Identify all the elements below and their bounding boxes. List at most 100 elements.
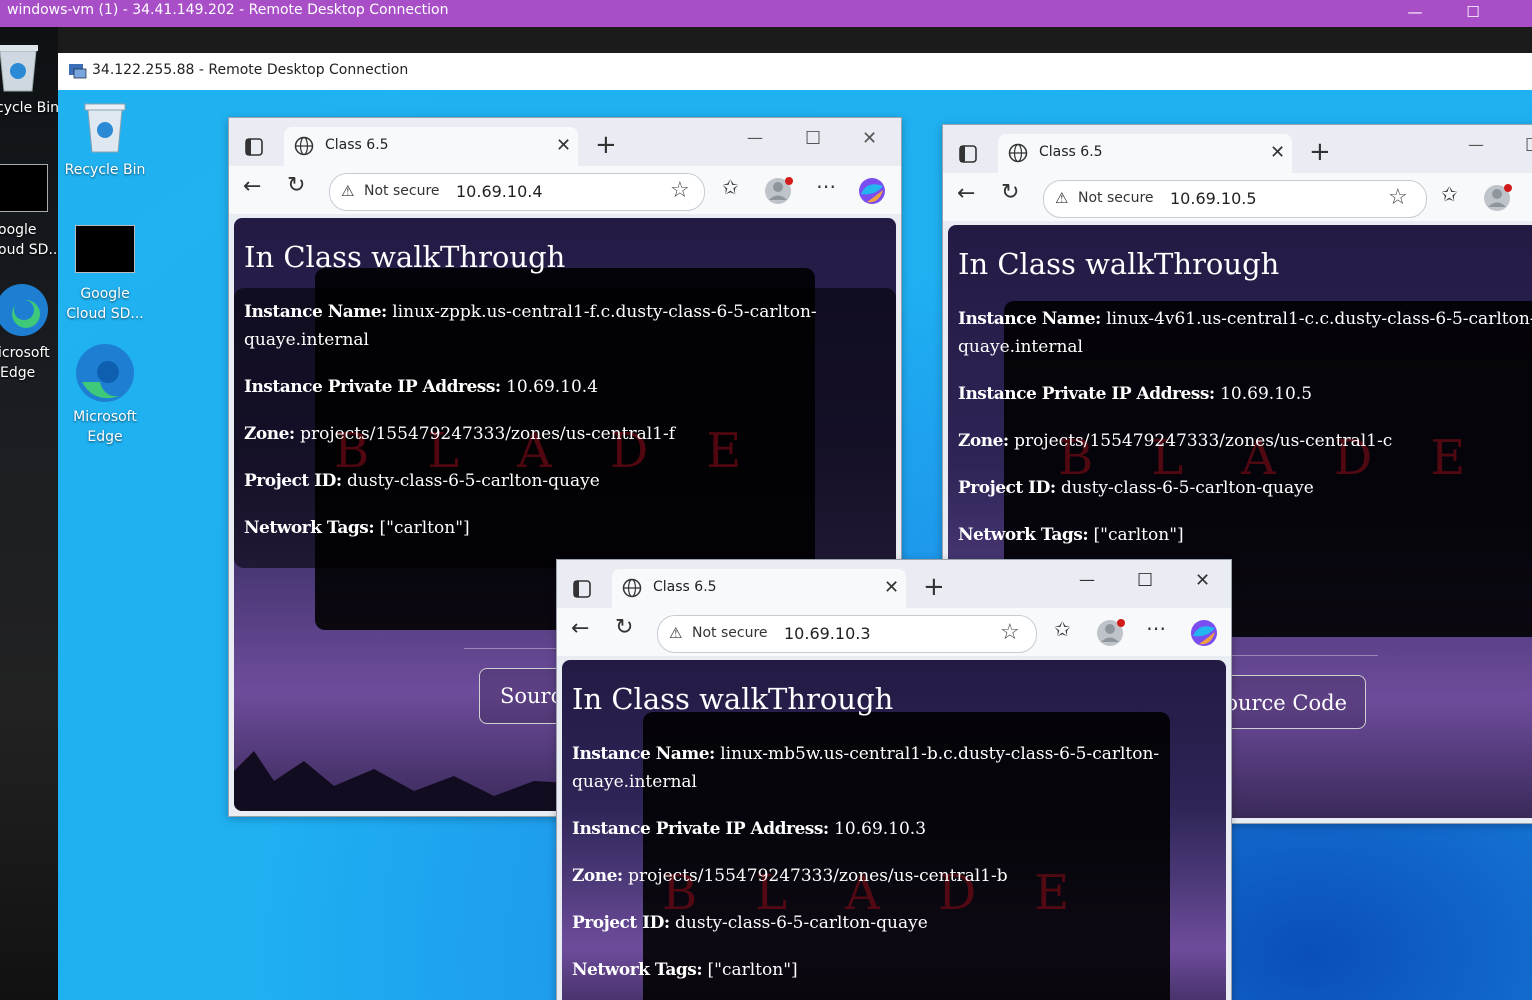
tags-label: Network Tags: — [572, 960, 703, 980]
tags-label: Network Tags: — [958, 525, 1089, 545]
profile-avatar-icon[interactable] — [1096, 617, 1128, 649]
favorite-star-icon[interactable]: ☆ — [670, 178, 690, 203]
refresh-icon[interactable]: ↻ — [1001, 180, 1019, 205]
edge-icon[interactable] — [0, 280, 50, 340]
favorites-icon[interactable]: ✩ — [1054, 617, 1071, 641]
page-heading: In Class walkThrough — [958, 247, 1280, 281]
tags-value: ["carlton"] — [707, 960, 798, 980]
zone-value: projects/155479247333/zones/us-central1-… — [628, 866, 1008, 886]
minimize-button[interactable]: — — [747, 128, 763, 147]
page-content: BLADE In Class walkThrough Instance Name… — [562, 660, 1226, 1000]
instance-name-label: Instance Name: — [244, 302, 387, 322]
new-tab-icon[interactable]: + — [595, 130, 617, 160]
favorites-icon[interactable]: ✩ — [722, 175, 739, 199]
tab-actions-icon[interactable] — [959, 145, 977, 163]
maximize-button[interactable]: ☐ — [1453, 0, 1493, 27]
minimize-button[interactable]: — — [1468, 135, 1484, 154]
ip-value: 10.69.10.3 — [834, 819, 927, 839]
google-cloud-sdk-label[interactable]: Google Cloud SD... — [60, 284, 150, 324]
page-heading: In Class walkThrough — [572, 682, 894, 716]
close-tab-icon[interactable]: ✕ — [1270, 142, 1285, 163]
ip-row: Instance Private IP Address: 10.69.10.4 — [244, 373, 598, 401]
tags-row: Network Tags: ["carlton"] — [244, 514, 470, 542]
minimize-button[interactable]: — — [1395, 0, 1435, 27]
zone-label: Zone: — [958, 431, 1009, 451]
ip-label: Instance Private IP Address: — [958, 384, 1215, 404]
url-text[interactable]: 10.69.10.4 — [456, 182, 543, 201]
browser-toolbar: ← ↻ ⚠ Not secure 10.69.10.3 ☆ ✩ ⋯ — [557, 608, 1231, 656]
close-tab-icon[interactable]: ✕ — [884, 577, 899, 598]
url-text[interactable]: 10.69.10.5 — [1170, 189, 1257, 208]
microsoft-edge-label[interactable]: Microsoft Edge — [60, 407, 150, 447]
recycle-bin-label[interactable]: Recycle Bin — [60, 160, 150, 180]
address-bar[interactable]: ⚠ Not secure 10.69.10.4 ☆ — [329, 173, 705, 211]
instance-name-label: Instance Name: — [958, 309, 1101, 329]
favorite-star-icon[interactable]: ☆ — [1388, 185, 1408, 210]
address-bar[interactable]: ⚠ Not secure 10.69.10.5 ☆ — [1043, 180, 1427, 218]
edge-label-2: Edge — [0, 365, 36, 381]
new-tab-icon[interactable]: + — [1309, 137, 1331, 167]
not-secure-label[interactable]: Not secure — [1078, 190, 1154, 206]
ip-value: 10.69.10.5 — [1220, 384, 1313, 404]
warning-icon[interactable]: ⚠ — [1055, 189, 1068, 207]
tab-actions-icon[interactable] — [245, 138, 263, 156]
back-icon[interactable]: ← — [243, 174, 261, 199]
tab-class-6-5[interactable]: Class 6.5 ✕ — [612, 569, 906, 608]
maximize-button[interactable]: ☐ — [805, 128, 821, 149]
back-icon[interactable]: ← — [571, 616, 589, 641]
tab-class-6-5[interactable]: Class 6.5 ✕ — [284, 127, 578, 166]
close-tab-icon[interactable]: ✕ — [556, 135, 571, 156]
recycle-bin-label: cycle Bin — [0, 100, 58, 116]
outer-rdp-title-bar[interactable]: windows-vm (1) - 34.41.149.202 - Remote … — [0, 0, 1532, 27]
ip-value: 10.69.10.4 — [506, 377, 599, 397]
favorites-icon[interactable]: ✩ — [1441, 182, 1458, 206]
ip-row: Instance Private IP Address: 10.69.10.3 — [572, 815, 926, 843]
close-window-button[interactable]: ✕ — [862, 128, 877, 149]
project-row: Project ID: dusty-class-6-5-carlton-quay… — [572, 909, 928, 937]
google-cloud-sdk-icon[interactable] — [75, 225, 135, 273]
url-text[interactable]: 10.69.10.3 — [784, 624, 871, 643]
tab-title: Class 6.5 — [653, 579, 717, 595]
tab-actions-icon[interactable] — [573, 580, 591, 598]
project-label: Project ID: — [958, 478, 1056, 498]
tab-strip: Class 6.5 ✕ + — ☐ ✕ — [229, 118, 901, 166]
browser-window-3[interactable]: Class 6.5 ✕ + — ☐ ✕ ← ↻ ⚠ Not secure 10.… — [556, 559, 1232, 1000]
warning-icon[interactable]: ⚠ — [341, 182, 354, 200]
profile-avatar-icon[interactable] — [764, 175, 796, 207]
more-options-icon[interactable]: ⋯ — [816, 174, 836, 198]
refresh-icon[interactable]: ↻ — [287, 173, 305, 198]
project-row: Project ID: dusty-class-6-5-carlton-quay… — [244, 467, 600, 495]
google-cloud-label-1: oogle — [0, 222, 37, 238]
warning-icon[interactable]: ⚠ — [669, 624, 682, 642]
close-window-button[interactable]: ✕ — [1195, 570, 1210, 591]
not-secure-label[interactable]: Not secure — [692, 625, 768, 641]
new-tab-icon[interactable]: + — [923, 572, 945, 602]
terminal-icon[interactable] — [0, 164, 48, 212]
page-heading: In Class walkThrough — [244, 240, 566, 274]
copilot-icon[interactable] — [1189, 618, 1219, 648]
globe-icon — [294, 136, 314, 156]
refresh-icon[interactable]: ↻ — [615, 615, 633, 640]
profile-avatar-icon[interactable] — [1483, 182, 1515, 214]
project-value: dusty-class-6-5-carlton-quaye — [675, 913, 928, 933]
browser-toolbar: ← ↻ ⚠ Not secure 10.69.10.4 ☆ ✩ ⋯ — [229, 166, 901, 214]
minimize-button[interactable]: — — [1079, 570, 1095, 589]
recycle-bin-icon[interactable] — [0, 37, 42, 93]
zone-row: Zone: projects/155479247333/zones/us-cen… — [572, 862, 1008, 890]
maximize-button[interactable]: ☐ — [1137, 570, 1153, 591]
favorite-star-icon[interactable]: ☆ — [1000, 620, 1020, 645]
back-icon[interactable]: ← — [957, 181, 975, 206]
microsoft-edge-icon[interactable] — [74, 342, 136, 404]
tab-class-6-5[interactable]: Class 6.5 ✕ — [998, 134, 1292, 173]
recycle-bin-icon[interactable] — [80, 98, 130, 154]
more-options-icon[interactable]: ⋯ — [1146, 616, 1166, 640]
inner-window-title: 34.122.255.88 - Remote Desktop Connectio… — [92, 62, 409, 78]
tab-title: Class 6.5 — [325, 137, 389, 153]
maximize-button[interactable]: ☐ — [1525, 135, 1532, 156]
inner-rdp-title-bar[interactable]: 34.122.255.88 - Remote Desktop Connectio… — [58, 53, 1532, 90]
not-secure-label[interactable]: Not secure — [364, 183, 440, 199]
address-bar[interactable]: ⚠ Not secure 10.69.10.3 ☆ — [657, 615, 1037, 653]
ip-row: Instance Private IP Address: 10.69.10.5 — [958, 380, 1312, 408]
tags-value: ["carlton"] — [1093, 525, 1184, 545]
copilot-icon[interactable] — [857, 176, 887, 206]
